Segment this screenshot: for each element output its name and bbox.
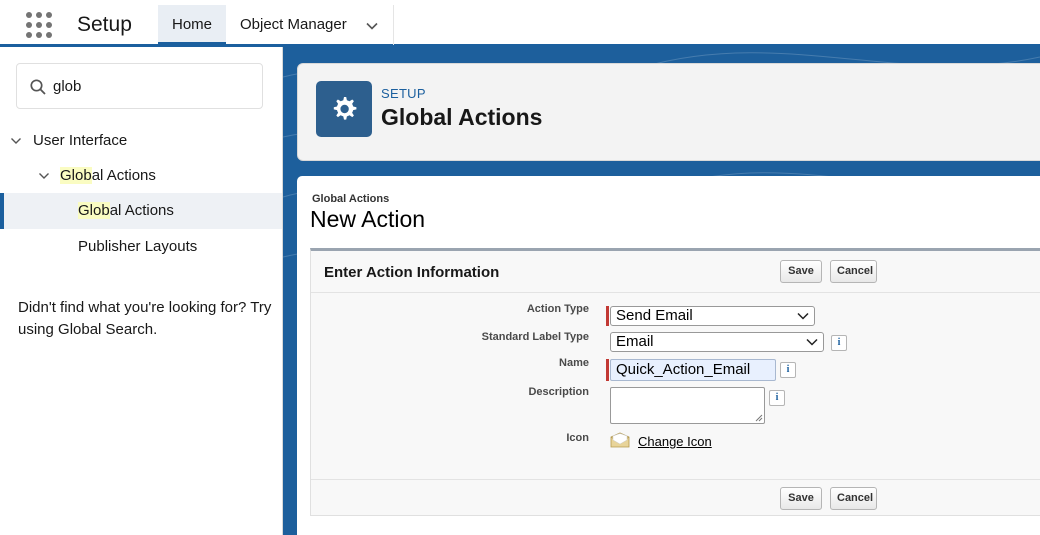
standard-label-type-value: Email (616, 333, 654, 350)
icon-label: Icon (566, 432, 589, 444)
info-icon[interactable]: i (780, 362, 796, 378)
envelope-icon (610, 432, 630, 448)
page-title: Global Actions (381, 104, 543, 130)
tree-item-user-interface[interactable]: User Interface (0, 123, 282, 159)
global-header: Setup Home Object Manager (0, 0, 1040, 47)
search-icon (30, 79, 46, 95)
standard-label-type-label: Standard Label Type (481, 331, 589, 343)
tree-item-global-actions[interactable]: Global Actions (0, 193, 282, 229)
action-type-select[interactable]: Send Email (610, 306, 815, 326)
cancel-button[interactable]: Cancel (830, 487, 877, 510)
chevron-down-icon[interactable] (38, 170, 50, 182)
tree-item-global-actions-group[interactable]: Global Actions (0, 158, 282, 194)
search-match-highlight: Glob (78, 202, 110, 219)
setup-gear-tile (316, 81, 372, 137)
quick-find-box[interactable] (16, 63, 263, 109)
tree-item-label-rest: al Actions (109, 202, 174, 219)
content-panel: Global Actions New Action Enter Action I… (297, 176, 1040, 535)
resize-handle-icon[interactable] (755, 414, 763, 422)
action-type-value: Send Email (616, 307, 693, 324)
description-label: Description (528, 386, 589, 398)
main-content-area: SETUP Global Actions Global Actions New … (283, 47, 1040, 535)
save-button[interactable]: Save (780, 260, 822, 283)
info-icon[interactable]: i (769, 390, 785, 406)
quick-find-input[interactable] (53, 72, 253, 100)
app-launcher-icon[interactable] (26, 12, 52, 38)
page-header: SETUP Global Actions (297, 63, 1040, 161)
change-icon-link[interactable]: Change Icon (638, 434, 712, 449)
action-type-label: Action Type (526, 303, 589, 315)
name-label: Name (559, 357, 589, 369)
tree-item-label: User Interface (33, 132, 128, 149)
section-title: Enter Action Information (324, 264, 500, 281)
setup-sidebar: User Interface Global Actions Global Act… (0, 47, 283, 535)
tree-item-label: Global Actions (78, 193, 174, 229)
chevron-down-icon[interactable] (10, 135, 22, 147)
quick-find-help-text: Didn't find what you're looking for? Try… (18, 299, 272, 338)
info-icon[interactable]: i (831, 335, 847, 351)
tree-item-label-rest: al Actions (91, 167, 156, 184)
description-textarea[interactable] (610, 387, 765, 424)
required-indicator (606, 306, 609, 326)
tree-item-label: Publisher Layouts (78, 238, 198, 255)
app-title: Setup (77, 13, 132, 36)
page-block-header: Enter Action Information Save Cancel (311, 251, 1040, 293)
breadcrumb: Global Actions (312, 193, 390, 205)
tree-item-publisher-layouts[interactable]: Publisher Layouts (0, 229, 282, 265)
name-input[interactable]: Quick_Action_Email (610, 359, 776, 381)
chevron-down-icon[interactable] (365, 19, 379, 33)
chevron-down-icon (806, 338, 818, 346)
setup-label: SETUP (381, 86, 426, 101)
tab-object-manager-label: Object Manager (240, 16, 347, 33)
cancel-button[interactable]: Cancel (830, 260, 877, 283)
standard-label-type-select[interactable]: Email (610, 332, 824, 352)
tree-item-label: Global Actions (60, 158, 156, 194)
search-match-highlight: Glob (60, 167, 92, 184)
form-title: New Action (310, 206, 426, 232)
required-indicator (606, 359, 609, 381)
page-block: Enter Action Information Save Cancel Act… (310, 248, 1040, 516)
save-button[interactable]: Save (780, 487, 822, 510)
tab-object-manager[interactable]: Object Manager (226, 5, 394, 45)
tab-home[interactable]: Home (158, 5, 226, 45)
gear-icon (333, 97, 357, 120)
chevron-down-icon (797, 312, 809, 320)
page-block-footer: Save Cancel (311, 479, 1040, 518)
